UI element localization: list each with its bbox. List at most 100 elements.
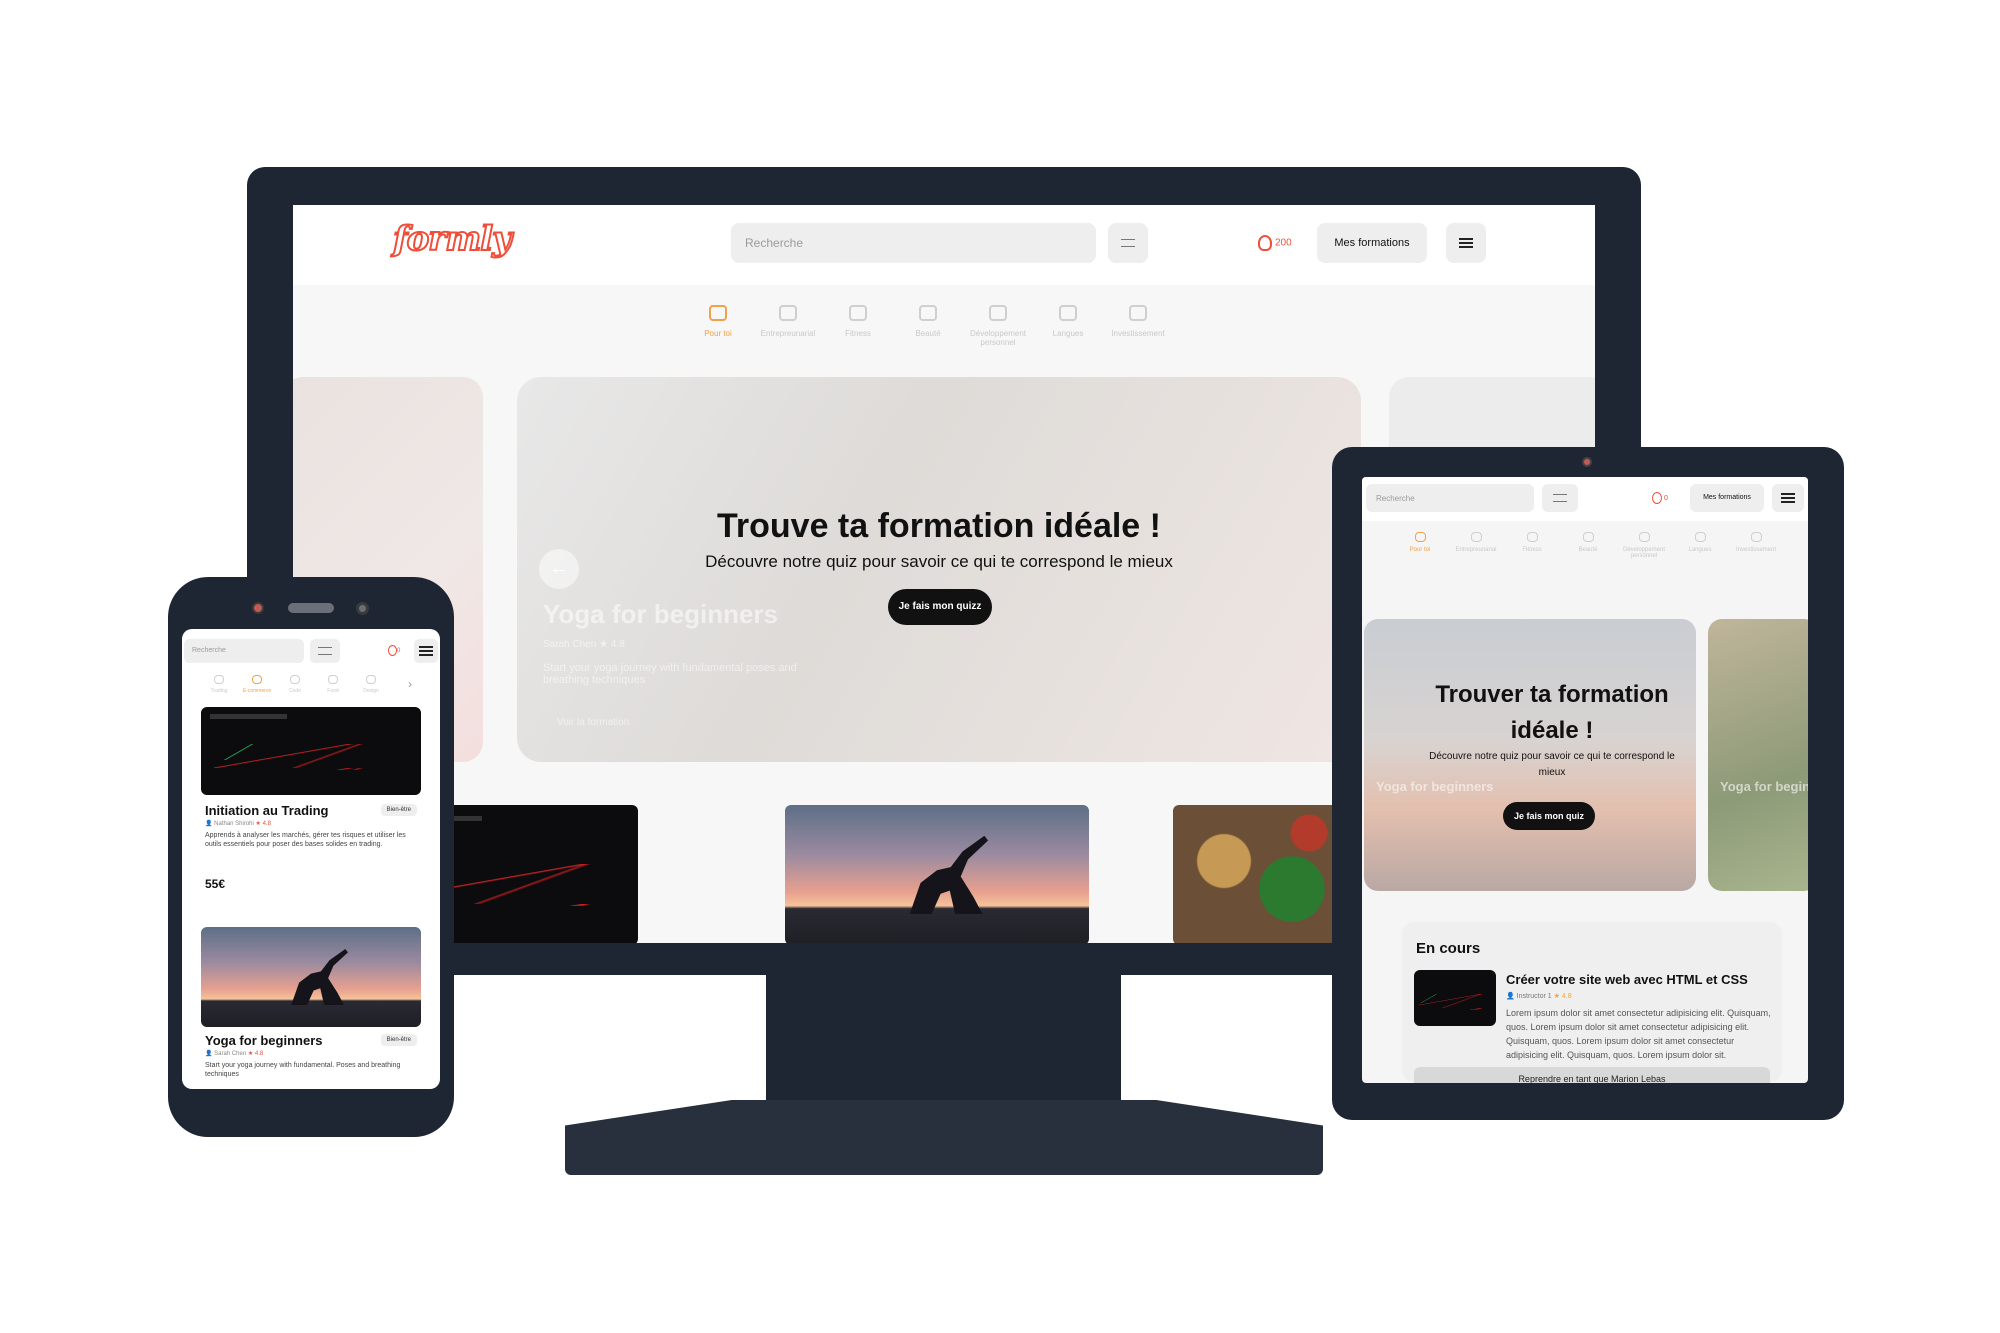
category-fitness[interactable]: Fitness [1504, 532, 1560, 559]
hamburger-icon [1781, 493, 1795, 503]
menu-button[interactable] [1772, 484, 1804, 512]
course-meta: 👤 Sarah Chen ★ 4.8 [205, 1050, 263, 1057]
course-card[interactable]: Initiation au Trading Bien-être 👤 Nathan… [201, 707, 421, 891]
monitor-stand-base [565, 1100, 1323, 1175]
category-badge: Bien-être [380, 804, 417, 816]
category-entrepreunarial[interactable]: Entrepreunarial [753, 305, 823, 347]
course-thumbnail-yoga[interactable] [785, 805, 1089, 943]
coins-counter[interactable]: 0 [1652, 492, 1668, 504]
category-developpement[interactable]: Développement personnel [963, 305, 1033, 347]
category-food[interactable]: Food [314, 675, 352, 694]
formly-logo[interactable]: formly [392, 218, 513, 260]
pulse-icon [849, 305, 867, 321]
category-ecommerce[interactable]: E-commerce [238, 675, 276, 694]
category-label: Entrepreunarial [760, 329, 816, 338]
coins-counter[interactable]: 200 [1258, 235, 1292, 251]
slide-link[interactable]: Voir la formation [557, 717, 629, 728]
category-entrepreunarial[interactable]: Entrepreunarial [1448, 532, 1504, 559]
slide-title: Yoga for beginners [1376, 779, 1494, 794]
category-developpement[interactable]: Développement personnel [1616, 532, 1672, 559]
menu-button[interactable] [414, 639, 438, 663]
filter-button[interactable] [310, 639, 340, 663]
sparkle-icon [919, 305, 937, 321]
category-label: Pour toi [1409, 547, 1431, 553]
coins-value: 0 [397, 648, 401, 655]
rating: ★ 4.8 [247, 1051, 264, 1057]
category-trading[interactable]: Trading [200, 675, 238, 694]
course-thumbnail-food[interactable] [1173, 805, 1343, 943]
category-label: Food [327, 688, 339, 694]
course-title[interactable]: Créer votre site web avec HTML et CSS [1506, 972, 1748, 987]
search-input[interactable]: Recherche [731, 223, 1096, 263]
category-label: Investissement [1111, 329, 1165, 338]
chart-icon [709, 305, 727, 321]
quiz-title: Trouver ta formation idéale ! [1435, 681, 1669, 744]
menu-button[interactable] [1446, 223, 1486, 263]
quiz-subtitle: Découvre notre quiz pour savoir ce qui t… [705, 552, 1173, 571]
book-icon [1750, 532, 1762, 542]
category-langues[interactable]: Langues [1033, 305, 1103, 347]
resume-button[interactable]: Reprendre en tant que Marion Lebas [1414, 1067, 1770, 1083]
category-label: E-commerce [242, 688, 272, 694]
course-card[interactable]: Yoga for beginners Bien-être 👤 Sarah Che… [201, 927, 421, 1078]
slide-meta: Sarah Chen ★ 4.8 [543, 639, 625, 650]
search-input[interactable]: Recherche [1366, 484, 1534, 512]
category-design[interactable]: Design [352, 675, 390, 694]
rating: ★ 4.8 [255, 821, 271, 827]
cart-icon [252, 675, 262, 684]
desktop-header: formly Recherche 200 Mes formations [293, 205, 1595, 285]
category-code[interactable]: Code [276, 675, 314, 694]
course-description: Apprends à analyser les marchés, gérer t… [205, 832, 406, 848]
category-label: Langues [1688, 547, 1712, 553]
category-fitness[interactable]: Fitness [823, 305, 893, 347]
my-courses-button[interactable]: Mes formations [1690, 484, 1764, 512]
coins-counter[interactable]: 0 [388, 645, 400, 656]
slide-title: Yoga for beginners [543, 599, 778, 629]
author-name: Nathan Shirohi [214, 821, 254, 827]
sliders-icon [1121, 239, 1135, 247]
category-badge: Bien-être [380, 1034, 417, 1046]
phone-screen: Recherche 0 Trading E-commerce Code Food… [182, 629, 440, 1089]
category-label: Beauté [915, 329, 941, 338]
instructor-name: Instructor 1 [1516, 993, 1552, 1000]
category-investissement[interactable]: Investissement [1728, 532, 1784, 559]
filter-button[interactable] [1108, 223, 1148, 263]
tablet-header: Recherche 0 Mes formations [1362, 477, 1808, 521]
category-langues[interactable]: Langues [1672, 532, 1728, 559]
course-description: Start your yoga journey with fundamental… [205, 1062, 401, 1078]
camera-icon [1582, 457, 1592, 467]
code-icon [290, 675, 300, 684]
category-label: Design [363, 688, 379, 694]
course-price: 55€ [205, 877, 226, 891]
category-investissement[interactable]: Investissement [1103, 305, 1173, 347]
sliders-icon [1553, 494, 1567, 502]
yoga-silhouette [909, 835, 989, 915]
hamburger-icon [1459, 238, 1473, 248]
coins-value: 200 [1275, 237, 1292, 249]
category-label: Beauté [1578, 547, 1598, 553]
carousel-slide-next[interactable]: Yoga for begin [1708, 619, 1808, 891]
quiz-title: Trouve ta formation idéale ! [717, 507, 1161, 545]
search-input[interactable]: Recherche [184, 639, 304, 663]
my-courses-button[interactable]: Mes formations [1317, 223, 1427, 263]
brain-icon [989, 305, 1007, 321]
category-beaute[interactable]: Beauté [893, 305, 963, 347]
quiz-button[interactable]: Je fais mon quiz [1503, 802, 1595, 830]
filter-button[interactable] [1542, 484, 1578, 512]
course-description: Lorem ipsum dolor sit amet consectetur a… [1506, 1008, 1771, 1060]
category-pour-toi[interactable]: Pour toi [683, 305, 753, 347]
course-thumbnail-html[interactable] [1414, 970, 1496, 1026]
quiz-button[interactable]: Je fais mon quizz [888, 589, 992, 625]
hamburger-icon [419, 646, 433, 656]
category-beaute[interactable]: Beauté [1560, 532, 1616, 559]
rating: ★ 4.8 [1553, 993, 1572, 1000]
chart-red-line [1418, 993, 1492, 1011]
quiz-subtitle: Découvre notre quiz pour savoir ce qui t… [1429, 751, 1675, 778]
chevron-right-icon[interactable]: › [408, 677, 412, 691]
coin-icon [1258, 235, 1272, 251]
chart-red-line [214, 743, 408, 770]
category-pour-toi[interactable]: Pour toi [1392, 532, 1448, 559]
author-name: Sarah Chen [214, 1051, 247, 1057]
device-mockup-stage: formly Recherche 200 Mes formations Pour… [0, 0, 2000, 1333]
speaker-grille [288, 603, 334, 613]
